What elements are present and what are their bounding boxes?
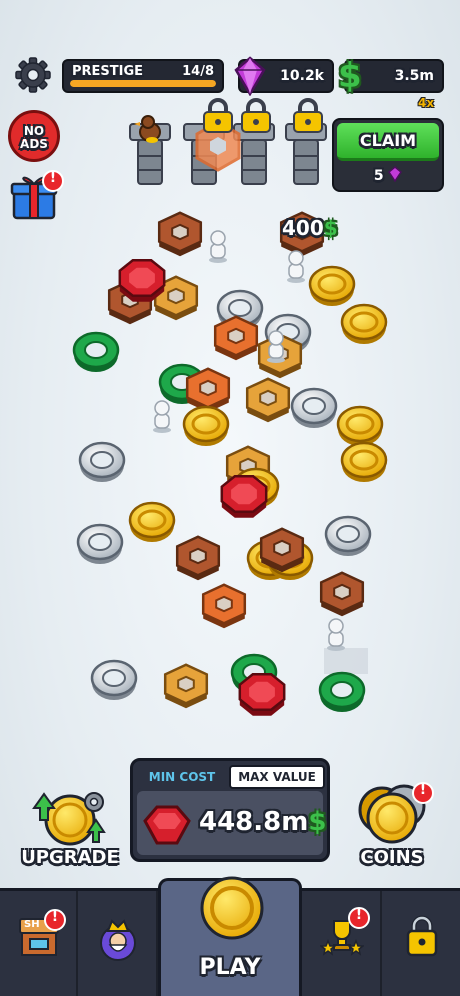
worker-figure	[287, 250, 305, 283]
claim-cost-value: 5	[373, 168, 384, 184]
cost-amount-value: 448.8m	[199, 807, 309, 837]
income-popup-value: 400	[282, 216, 324, 240]
red-gem-nut-icon	[143, 805, 191, 845]
claim-green-button[interactable]: CLAIM	[337, 123, 439, 161]
gold-coin-piece[interactable]	[340, 303, 388, 344]
padlock-icon	[406, 915, 438, 957]
floor-tile	[324, 648, 368, 674]
green-ring-piece[interactable]	[318, 671, 366, 712]
orange-hexnut-piece[interactable]	[185, 367, 231, 413]
worker-figure	[153, 400, 171, 433]
prestige-label: PRESTIGE	[72, 64, 144, 79]
nav-shop[interactable]: SH	[0, 891, 78, 996]
gold-coin-piece[interactable]	[336, 405, 384, 446]
worker-figure	[327, 618, 345, 651]
no-ads-button[interactable]: NO ADS	[8, 110, 60, 162]
gold-coin-piece[interactable]	[128, 501, 176, 542]
padlock-icon	[241, 98, 271, 133]
padlock-icon	[293, 98, 323, 133]
nav-locked[interactable]	[382, 891, 460, 996]
wood-hexnut-piece[interactable]	[157, 211, 203, 257]
orange-hexnut-piece[interactable]	[213, 315, 259, 361]
tab-max-value[interactable]: MAX VALUE	[229, 765, 325, 789]
red-gem-piece[interactable]	[220, 475, 268, 518]
upgrade-icon	[32, 792, 106, 846]
cost-panel-body: 448.8m$	[137, 791, 326, 855]
green-ring-piece[interactable]	[72, 331, 120, 372]
gold-coin-piece[interactable]	[340, 441, 388, 482]
upgrade-label: UPGRADE	[21, 847, 119, 868]
silver-ring-piece[interactable]	[90, 659, 138, 700]
cash-value: 3.5m	[394, 68, 434, 84]
cost-panel: MIN COST MAX VALUE 448.8m$	[130, 758, 330, 862]
achievements-alert-badge	[348, 907, 370, 929]
shop-sign: SH	[24, 919, 40, 930]
silver-ring-piece[interactable]	[76, 523, 124, 564]
wood-hexnut-piece[interactable]	[319, 571, 365, 617]
padlock-icon	[203, 98, 233, 133]
coins-alert-badge	[412, 782, 434, 804]
cost-amount: 448.8m$	[199, 807, 326, 837]
income-popup-currency: $	[323, 216, 338, 240]
gift-alert-badge	[42, 170, 64, 192]
orange-hexnut-piece[interactable]	[201, 583, 247, 629]
dollar-icon: $	[338, 56, 362, 96]
gold-coin-piece[interactable]	[308, 265, 356, 306]
brass-hexnut-piece[interactable]	[245, 377, 291, 423]
play-button[interactable]: PLAY	[158, 876, 302, 996]
worker-figure	[267, 330, 285, 363]
prestige-progress-track	[70, 80, 216, 87]
nav-achievements[interactable]	[302, 891, 382, 996]
red-gem-piece[interactable]	[118, 259, 166, 302]
claim-button[interactable]: CLAIM 5	[332, 118, 444, 192]
claim-label: CLAIM	[359, 131, 417, 150]
prestige-count: 14/8	[182, 64, 214, 79]
tab-max-value-label: MAX VALUE	[238, 770, 316, 784]
claim-cost: 5	[334, 166, 442, 184]
silver-ring-piece[interactable]	[78, 441, 126, 482]
play-field[interactable]	[0, 200, 460, 760]
red-gem-piece[interactable]	[238, 673, 286, 716]
settings-gear-icon[interactable]	[14, 56, 52, 94]
nav-king[interactable]	[78, 891, 158, 996]
upgrade-button[interactable]: UPGRADE	[20, 790, 120, 868]
wood-hexnut-piece[interactable]	[175, 535, 221, 581]
gold-coin-icon	[200, 876, 264, 940]
coins-button[interactable]: COINS	[344, 782, 440, 868]
shop-alert-badge	[44, 909, 66, 931]
tab-min-cost-label: MIN COST	[148, 770, 216, 784]
king-avatar-icon	[100, 919, 136, 961]
gem-icon-small	[388, 166, 403, 183]
no-ads-label: NO ADS	[20, 124, 48, 151]
income-popup: 400$	[282, 216, 338, 240]
item-pedestals	[129, 98, 327, 185]
coins-label: COINS	[360, 847, 424, 868]
silver-ring-piece[interactable]	[290, 387, 338, 428]
gold-coin-piece[interactable]	[182, 405, 230, 446]
tab-min-cost[interactable]: MIN COST	[137, 765, 227, 789]
cost-amount-currency: $	[308, 807, 327, 837]
prestige-bar[interactable]: PRESTIGE 14/8	[62, 59, 224, 93]
brass-hexnut-piece[interactable]	[163, 663, 209, 709]
play-label: PLAY	[199, 955, 261, 980]
gems-value: 10.2k	[280, 68, 324, 84]
worker-figure	[209, 230, 227, 263]
silver-ring-piece[interactable]	[324, 515, 372, 556]
gem-icon	[232, 56, 268, 97]
prestige-progress-fill	[70, 80, 216, 87]
multiplier-badge: 4x	[418, 96, 435, 110]
